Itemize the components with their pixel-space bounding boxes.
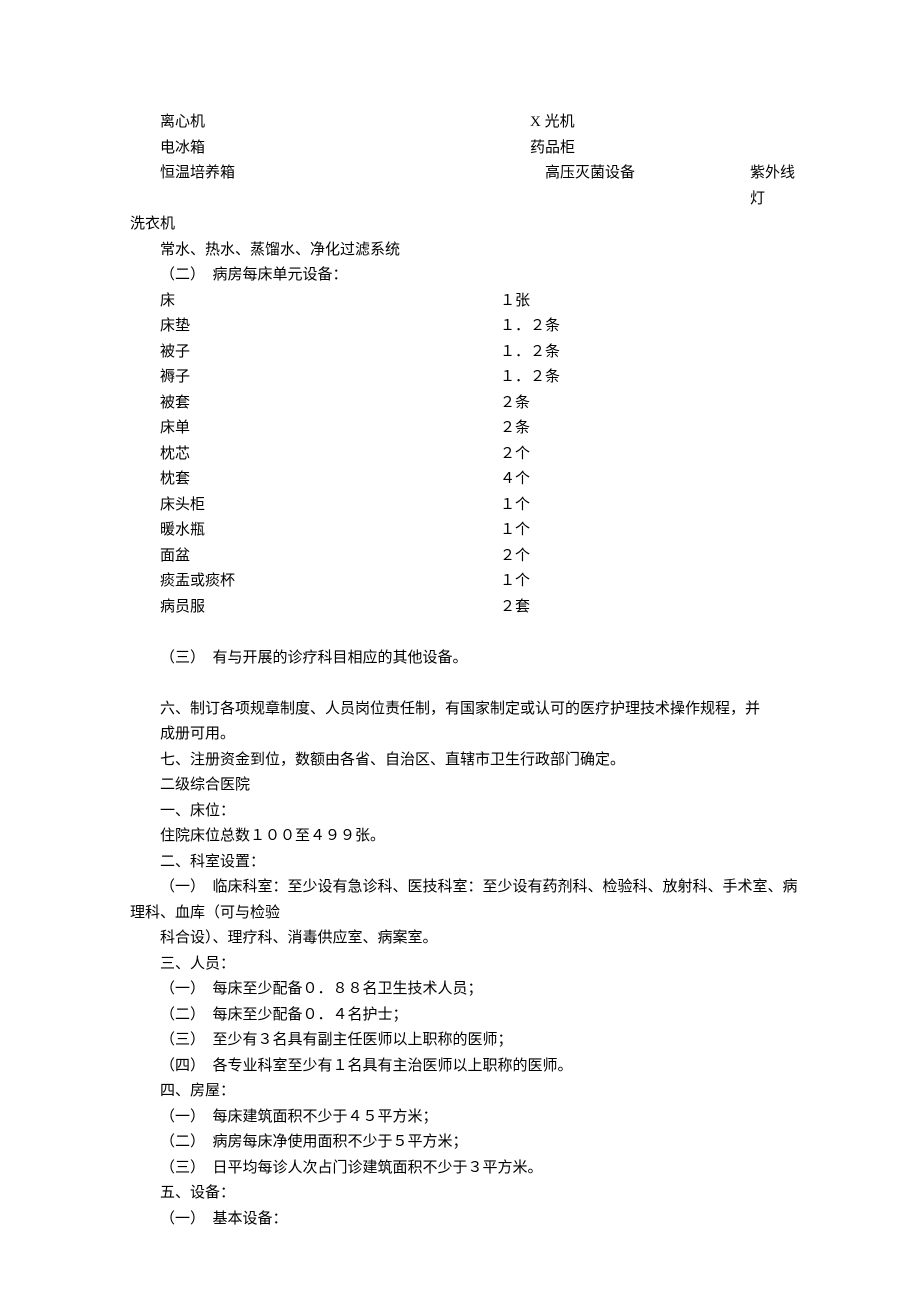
para-7: 七、注册资金到位，数额由各省、自治区、直辖市卫生行政部门确定。 [130,748,800,774]
t4-line-3: （三） 日平均每诊人次占门诊建筑面积不少于３平方米。 [130,1156,800,1182]
item-name: 被子 [160,340,500,366]
bed-item-row: 暖水瓶１个 [130,518,800,544]
item-name: 面盆 [160,544,500,570]
t4-line-2: （二） 病房每床净使用面积不少于５平方米； [130,1130,800,1156]
bed-item-row: 枕芯２个 [130,442,800,468]
t2-head: 二、科室设置： [130,850,800,876]
cell: X 光机 [530,110,750,136]
item-name: 褥子 [160,365,500,391]
cell: 恒温培养箱 [160,161,530,212]
bed-item-row: 床垫１．２条 [130,314,800,340]
blank-line [130,671,800,697]
document-body: 离心机 X 光机 电冰箱 药品柜 恒温培养箱 高压灭菌设备 紫外线灯 洗衣机 常… [130,110,800,1232]
item-qty: １．２条 [500,365,560,391]
item-name: 病员服 [160,595,500,621]
bed-item-row: 枕套４个 [130,467,800,493]
t3-line-1: （一） 每床至少配备０．８８名卫生技术人员； [130,977,800,1003]
cell: 离心机 [160,110,530,136]
bed-item-row: 床１张 [130,289,800,315]
section-3: （三） 有与开展的诊疗科目相应的其他设备。 [130,646,800,672]
bed-item-row: 床单２条 [130,416,800,442]
bed-item-row: 病员服２套 [130,595,800,621]
item-qty: １张 [500,289,530,315]
t3-line-3: （三） 至少有３名具有副主任医师以上职称的医师； [130,1028,800,1054]
eq-row: 电冰箱 药品柜 [130,136,800,162]
eq-row: 离心机 X 光机 [130,110,800,136]
t3-head: 三、人员： [130,952,800,978]
item-qty: ２个 [500,442,530,468]
bed-item-row: 痰盂或痰杯１个 [130,569,800,595]
eq-tail-2: 常水、热水、蒸馏水、净化过滤系统 [130,238,800,264]
item-qty: １个 [500,569,530,595]
t2-line-2: 科合设）、理疗科、消毒供应室、病案室。 [130,926,800,952]
cell: 药品柜 [530,136,750,162]
item-name: 床头柜 [160,493,500,519]
cell: 电冰箱 [160,136,530,162]
item-qty: １个 [500,518,530,544]
t4-head: 四、房屋： [130,1079,800,1105]
eq-row: 恒温培养箱 高压灭菌设备 紫外线灯 [130,161,800,212]
item-qty: ２套 [500,595,530,621]
item-name: 床 [160,289,500,315]
item-qty: １个 [500,493,530,519]
item-qty: ４个 [500,467,530,493]
item-name: 暖水瓶 [160,518,500,544]
bed-item-row: 被套２条 [130,391,800,417]
cell: 高压灭菌设备 [530,161,750,212]
item-name: 痰盂或痰杯 [160,569,500,595]
blank-line [130,620,800,646]
t2-line-1: （一） 临床科室：至少设有急诊科、医技科室：至少设有药剂科、检验科、放射科、手术… [130,875,800,926]
item-qty: ２条 [500,391,530,417]
item-qty: １．２条 [500,340,560,366]
t1-line: 住院床位总数１００至４９９张。 [130,824,800,850]
bed-item-row: 褥子１．２条 [130,365,800,391]
item-qty: １．２条 [500,314,560,340]
t1-head: 一、床位： [130,799,800,825]
section-2-title: （二） 病房每床单元设备： [130,263,800,289]
t5-head: 五、设备： [130,1181,800,1207]
cell: 紫外线灯 [750,161,800,212]
t3-line-4: （四） 各专业科室至少有１名具有主治医师以上职称的医师。 [130,1054,800,1080]
item-name: 枕芯 [160,442,500,468]
para-6-cont: 成册可用。 [130,722,800,748]
item-name: 被套 [160,391,500,417]
bed-item-row: 面盆２个 [130,544,800,570]
item-name: 床单 [160,416,500,442]
t4-line-1: （一） 每床建筑面积不少于４５平方米； [130,1105,800,1131]
item-qty: ２个 [500,544,530,570]
t5-line-1: （一） 基本设备： [130,1207,800,1233]
item-qty: ２条 [500,416,530,442]
item-name: 床垫 [160,314,500,340]
item-name: 枕套 [160,467,500,493]
para-6: 六、制订各项规章制度、人员岗位责任制，有国家制定或认可的医疗护理技术操作规程，并 [130,697,800,723]
t3-line-2: （二） 每床至少配备０．４名护士； [130,1003,800,1029]
bed-item-row: 被子１．２条 [130,340,800,366]
eq-tail-1: 洗衣机 [130,212,800,238]
heading-level2-hospital: 二级综合医院 [130,773,800,799]
bed-item-row: 床头柜１个 [130,493,800,519]
